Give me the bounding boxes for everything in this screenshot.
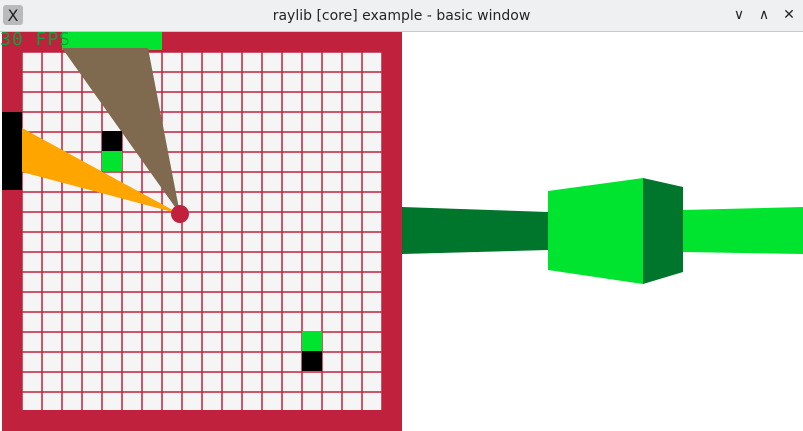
wall-dark-green [402,207,548,254]
map-black-block [302,351,322,371]
player-marker [171,205,189,223]
fps-counter: 30 FPS [0,29,72,50]
maximize-button[interactable]: ∧ [753,4,775,26]
map-black-block [102,131,122,151]
close-button[interactable]: ✕ [778,4,800,26]
map-green-block [302,331,322,351]
wall-bright-green [683,207,803,254]
window-title: raylib [core] example - basic window [272,8,531,24]
cube-side-face [643,178,683,284]
minimize-button[interactable]: ∨ [728,4,750,26]
map-black-block [2,112,22,190]
cube-front-face [548,178,643,284]
game-viewport[interactable] [0,32,803,431]
map-green-block [102,151,122,171]
window-titlebar[interactable]: X raylib [core] example - basic window ∨… [0,0,803,32]
hud-bar [62,32,162,50]
